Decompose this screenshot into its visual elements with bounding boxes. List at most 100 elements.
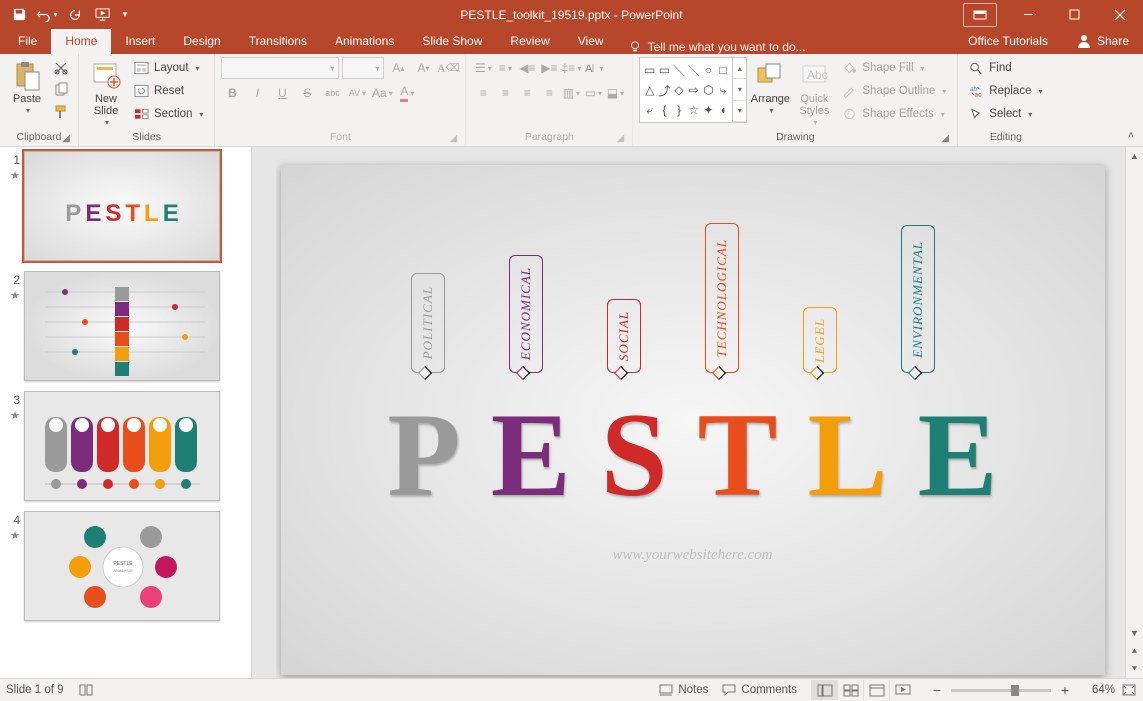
notes-button[interactable]: Notes: [659, 684, 708, 696]
shape-oval-icon: ○: [701, 60, 716, 80]
prev-slide-button[interactable]: ⯅: [1126, 642, 1143, 660]
zoom-slider[interactable]: [951, 689, 1051, 692]
shape-fill-button[interactable]: Shape Fill▾: [837, 57, 951, 79]
reset-button[interactable]: Reset: [129, 80, 208, 102]
select-button[interactable]: Select▾: [964, 103, 1037, 125]
quick-styles-button[interactable]: Abc Quick Styles▾: [793, 57, 835, 127]
thumbnail-pane[interactable]: 1★ PESTLE 2★ 3★: [0, 147, 252, 678]
slide-counter[interactable]: Slide 1 of 9: [6, 684, 64, 696]
tab-office-tutorials[interactable]: Office Tutorials: [954, 29, 1062, 54]
start-slideshow-button[interactable]: [90, 3, 116, 27]
numbering-button[interactable]: ≡▾: [494, 57, 516, 79]
redo-button[interactable]: [62, 3, 88, 27]
line-spacing-button[interactable]: ‡≡▾: [560, 57, 582, 79]
slide-canvas[interactable]: PESTLE POLITICALECONOMICALSOCIALTECHNOLO…: [281, 165, 1105, 675]
pestle-title: PESTLE: [281, 395, 1105, 515]
comments-button[interactable]: Comments: [722, 684, 797, 696]
copy-button[interactable]: [50, 79, 72, 101]
decrease-font-button[interactable]: A▾: [412, 57, 434, 79]
tab-transitions[interactable]: Transitions: [235, 29, 321, 54]
book-icon: [78, 683, 94, 697]
paragraph-dialog-launcher[interactable]: ◢: [614, 132, 626, 144]
tab-view[interactable]: View: [564, 29, 618, 54]
sorter-view-button[interactable]: [837, 680, 863, 700]
change-case-button[interactable]: Aa▾: [371, 82, 393, 104]
slide-thumbnail-1[interactable]: PESTLE: [24, 151, 220, 261]
reading-view-button[interactable]: [863, 680, 889, 700]
paste-button[interactable]: Paste▾: [6, 57, 48, 115]
increase-font-button[interactable]: A▴: [387, 57, 409, 79]
clipboard-dialog-launcher[interactable]: ◢: [60, 132, 72, 144]
fit-to-window-button[interactable]: [1121, 683, 1137, 697]
vertical-scrollbar[interactable]: ▲ ▼ ⯅ ⯆: [1125, 147, 1143, 678]
group-clipboard: Paste▾ Clipboard◢: [0, 54, 79, 146]
font-size-combo[interactable]: ▾: [342, 57, 384, 79]
zoom-percent[interactable]: 64%: [1079, 684, 1115, 696]
normal-view-button[interactable]: [811, 680, 837, 700]
find-button[interactable]: Find: [964, 57, 1016, 79]
italic-button[interactable]: I: [246, 82, 268, 104]
columns-button[interactable]: ▥▾: [560, 82, 582, 104]
align-text-button[interactable]: ▭▾: [582, 82, 604, 104]
scroll-down-button[interactable]: ▼: [1126, 624, 1143, 642]
pestle-letter: E: [918, 395, 998, 515]
justify-button[interactable]: ≡: [538, 82, 560, 104]
collapse-ribbon-button[interactable]: ˄: [1123, 128, 1139, 144]
tab-design[interactable]: Design: [169, 29, 234, 54]
text-direction-button[interactable]: A▾: [582, 57, 604, 79]
zoom-out-button[interactable]: −: [929, 682, 945, 698]
font-dialog-launcher[interactable]: ◢: [447, 132, 459, 144]
decrease-indent-button[interactable]: ◀≡: [516, 57, 538, 79]
drawing-dialog-launcher[interactable]: ◢: [939, 132, 951, 144]
arrange-button[interactable]: Arrange▾: [749, 57, 791, 115]
slideshow-view-button[interactable]: [889, 680, 915, 700]
shadow-button[interactable]: abc: [321, 82, 343, 104]
format-painter-button[interactable]: [50, 101, 72, 123]
shapes-gallery-scroll[interactable]: ▴▾▾: [733, 57, 747, 123]
next-slide-button[interactable]: ⯆: [1126, 660, 1143, 678]
align-center-button[interactable]: ≡: [494, 82, 516, 104]
font-color-button[interactable]: A▾: [396, 82, 418, 104]
cut-button[interactable]: [50, 57, 72, 79]
shapes-gallery[interactable]: ▭▭＼＼○□ △⤴◇⇨⬡⤷ ⤶{}☆✦◖: [639, 57, 733, 123]
align-right-button[interactable]: ≡: [516, 82, 538, 104]
close-button[interactable]: [1097, 0, 1143, 29]
smartart-button[interactable]: ⬓▾: [604, 82, 626, 104]
bold-button[interactable]: B: [221, 82, 243, 104]
replace-button[interactable]: abacReplace▾: [964, 80, 1047, 102]
shape-outline-button[interactable]: Shape Outline▾: [837, 80, 951, 102]
minimize-button[interactable]: [1005, 0, 1051, 29]
strikethrough-button[interactable]: S: [296, 82, 318, 104]
ribbon-display-options-button[interactable]: [963, 3, 997, 27]
layout-button[interactable]: Layout▾: [129, 57, 208, 79]
scroll-up-button[interactable]: ▲: [1126, 147, 1143, 165]
bullets-button[interactable]: ☰▾: [472, 57, 494, 79]
section-button[interactable]: Section▾: [129, 103, 208, 125]
save-button[interactable]: [6, 3, 32, 27]
undo-button[interactable]: ▾: [34, 3, 60, 27]
slide-thumbnail-3[interactable]: [24, 391, 220, 501]
spacing-button[interactable]: AV▾: [346, 82, 368, 104]
tab-review[interactable]: Review: [496, 29, 563, 54]
slide-thumbnail-4[interactable]: PESTLEANALYSIS: [24, 511, 220, 621]
align-left-button[interactable]: ≡: [472, 82, 494, 104]
new-slide-button[interactable]: New Slide▾: [85, 57, 127, 127]
group-paragraph: ☰▾ ≡▾ ◀≡ ▶≡ ‡≡▾ A▾ ≡ ≡ ≡ ≡ ▥▾ ▭▾ ⬓▾ Para…: [466, 54, 633, 146]
increase-indent-button[interactable]: ▶≡: [538, 57, 560, 79]
maximize-button[interactable]: [1051, 0, 1097, 29]
clear-formatting-button[interactable]: A⌫: [437, 57, 459, 79]
tell-me-search[interactable]: Tell me what you want to do...: [628, 40, 955, 54]
share-button[interactable]: Share: [1062, 29, 1143, 54]
tab-animations[interactable]: Animations: [321, 29, 408, 54]
slide-thumbnail-2[interactable]: [24, 271, 220, 381]
underline-button[interactable]: U: [271, 82, 293, 104]
zoom-in-button[interactable]: +: [1057, 682, 1073, 698]
tab-file[interactable]: File: [4, 29, 51, 54]
tab-insert[interactable]: Insert: [111, 29, 169, 54]
tab-home[interactable]: Home: [51, 29, 111, 54]
qat-customize-button[interactable]: ▾: [118, 3, 132, 27]
shape-effects-button[interactable]: Shape Effects▾: [837, 103, 951, 125]
font-family-combo[interactable]: ▾: [221, 57, 339, 79]
spell-check-button[interactable]: [78, 683, 94, 697]
tab-slideshow[interactable]: Slide Show: [408, 29, 496, 54]
